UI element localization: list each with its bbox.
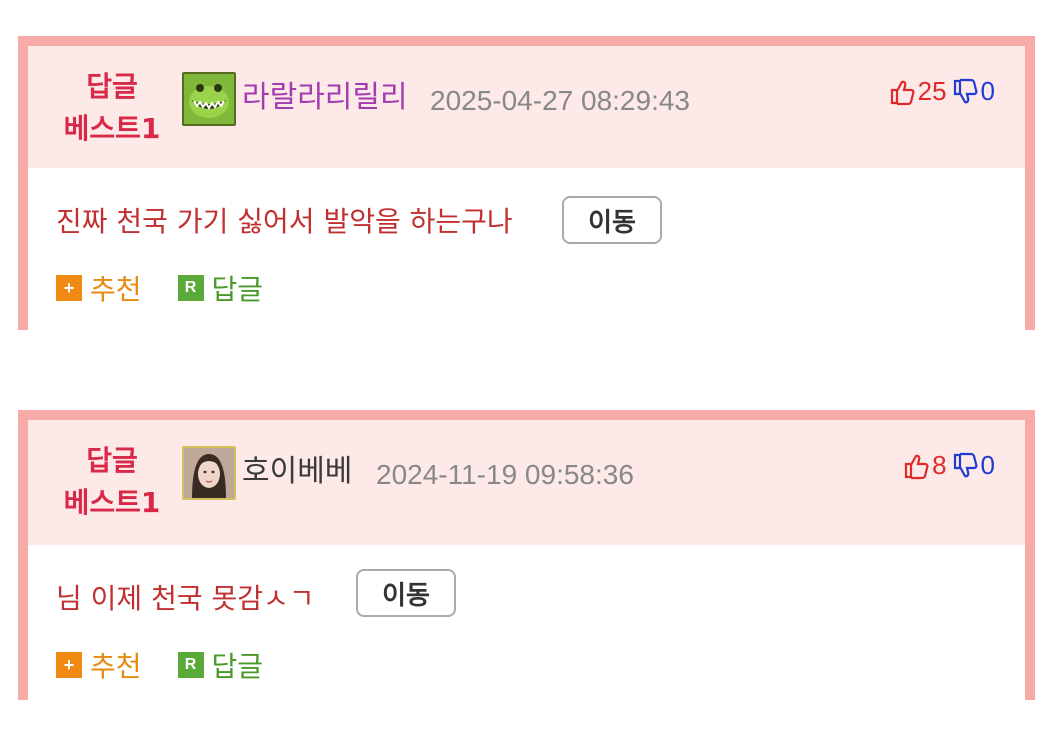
downvote-button[interactable]: 0 (951, 450, 995, 481)
best-reply-badge: 답글 베스트1 (58, 66, 166, 150)
thumbs-down-icon (953, 78, 978, 103)
recommend-label: 추천 (90, 650, 142, 683)
thumbs-down-icon (953, 452, 978, 477)
move-button[interactable]: 이동 (356, 569, 456, 617)
upvote-button[interactable]: 8 (902, 450, 947, 481)
profile-photo-icon (184, 448, 234, 498)
comment-text: 진짜 천국 가기 싫어서 발악을 하는구나 (56, 205, 513, 238)
plus-icon: + (56, 275, 82, 301)
reply-icon: R (177, 652, 204, 678)
recommend-button[interactable]: + 추천 (56, 645, 142, 685)
reply-label: 답글 (211, 273, 264, 306)
best-reply-badge: 답글 베스트1 (58, 440, 166, 524)
upvote-count: 8 (932, 450, 947, 480)
reply-button[interactable]: R 답글 (177, 268, 264, 308)
avatar[interactable] (182, 446, 236, 500)
avatar[interactable] (182, 72, 236, 126)
reply-button[interactable]: R 답글 (177, 645, 264, 685)
comment-header: 답글 베스트1 라랄라리릴리 2025-04-27 08:29:43 25 0 (28, 46, 1025, 168)
thumbs-up-icon (904, 454, 929, 479)
downvote-count: 0 (980, 450, 995, 480)
best-badge-line1: 답글 (86, 444, 138, 477)
username[interactable]: 호이베베 (242, 452, 352, 492)
vote-counts: 25 0 (888, 76, 995, 107)
reply-label: 답글 (211, 650, 264, 683)
comment-actions: + 추천 R 답글 (56, 645, 263, 685)
reply-icon: R (177, 275, 204, 301)
move-button[interactable]: 이동 (562, 196, 662, 244)
recommend-button[interactable]: + 추천 (56, 268, 142, 308)
best-comment-card: 답글 베스트1 라랄라리릴리 2025-04-27 08:29:43 25 0 … (18, 36, 1035, 330)
comment-datetime: 2025-04-27 08:29:43 (430, 85, 690, 116)
username[interactable]: 라랄라리릴리 (242, 78, 408, 118)
vote-counts: 8 0 (902, 450, 995, 481)
upvote-button[interactable]: 25 (888, 76, 947, 107)
best-badge-line1: 답글 (86, 70, 138, 103)
comment-datetime: 2024-11-19 09:58:36 (376, 459, 634, 490)
downvote-count: 0 (980, 76, 995, 106)
comment-header: 답글 베스트1 호이베베 2024-11-19 09:58:36 8 0 (28, 420, 1025, 545)
best-badge-line2: 베스트1 (63, 486, 161, 519)
recommend-label: 추천 (90, 273, 142, 306)
best-comment-card: 답글 베스트1 호이베베 2024-11-19 09:58:36 8 0 님 이… (18, 410, 1035, 700)
comment-actions: + 추천 R 답글 (56, 268, 263, 308)
downvote-button[interactable]: 0 (951, 76, 995, 107)
best-badge-line2: 베스트1 (63, 112, 161, 145)
thumbs-up-icon (890, 80, 915, 105)
upvote-count: 25 (917, 76, 947, 106)
monster-avatar-icon (184, 74, 234, 124)
comment-text: 님 이제 천국 못감ㅅㄱ (56, 582, 315, 615)
plus-icon: + (56, 652, 82, 678)
